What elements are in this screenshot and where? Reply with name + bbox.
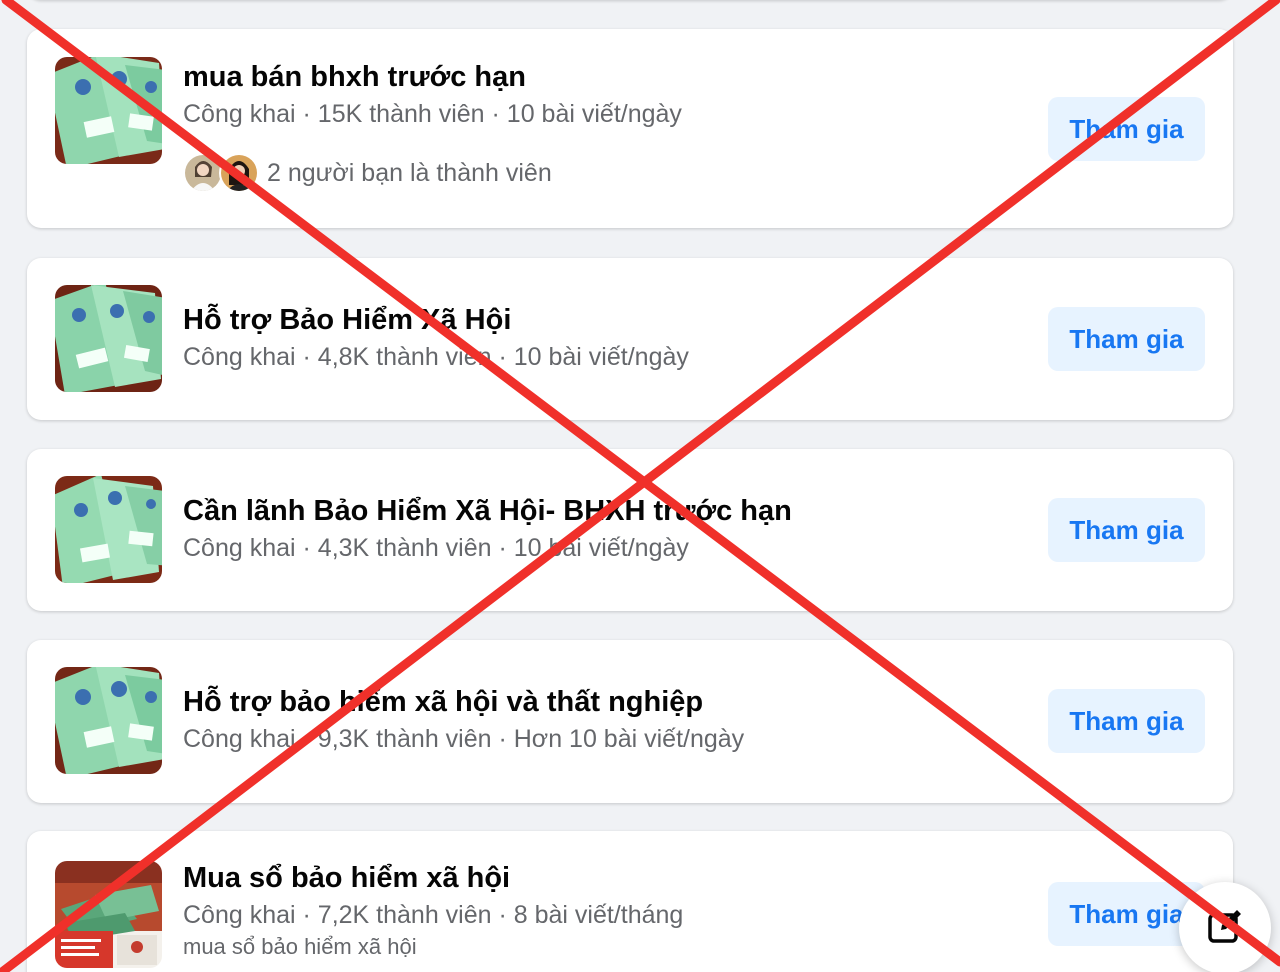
group-meta: Công khai · 4,8K thành viên · 10 bài viế… (183, 343, 689, 371)
group-name[interactable]: Hỗ trợ bảo hiểm xã hội và thất nghiệp (183, 684, 933, 720)
group-name[interactable]: Cần lãnh Bảo Hiểm Xã Hội- BHXH trước hạn (183, 493, 933, 529)
group-info: mua bán bhxh trước hạn Công khai · 15K t… (183, 59, 933, 193)
group-card[interactable]: Hỗ trợ Bảo Hiểm Xã Hội Công khai · 4,8K … (27, 258, 1233, 420)
group-card[interactable]: mua bán bhxh trước hạn Công khai · 15K t… (27, 29, 1233, 228)
group-info: Hỗ trợ Bảo Hiểm Xã Hội Công khai · 4,8K … (183, 302, 933, 374)
group-description: mua sổ bảo hiểm xã hội (183, 934, 417, 959)
friends-count-text: 2 người bạn là thành viên (267, 159, 552, 187)
friend-avatars (183, 153, 261, 193)
group-thumbnail[interactable] (55, 285, 162, 392)
group-info: Hỗ trợ bảo hiểm xã hội và thất nghiệp Cô… (183, 684, 933, 756)
join-button[interactable]: Tham gia (1048, 307, 1205, 371)
group-info: Mua sổ bảo hiểm xã hội Công khai · 7,2K … (183, 860, 933, 962)
group-search-results: mua bán bhxh trước hạn Công khai · 15K t… (0, 0, 1280, 972)
group-info: Cần lãnh Bảo Hiểm Xã Hội- BHXH trước hạn… (183, 493, 933, 565)
group-meta: Công khai · 4,3K thành viên · 10 bài viế… (183, 534, 689, 562)
avatar (183, 153, 223, 193)
group-meta: Công khai · 9,3K thành viên · Hơn 10 bài… (183, 725, 745, 753)
group-card[interactable]: Mua sổ bảo hiểm xã hội Công khai · 7,2K … (27, 831, 1233, 972)
group-name[interactable]: Hỗ trợ Bảo Hiểm Xã Hội (183, 302, 933, 338)
group-meta: Công khai · 7,2K thành viên · 8 bài viết… (183, 901, 684, 929)
compose-button[interactable] (1179, 882, 1271, 972)
group-thumbnail[interactable] (55, 57, 162, 164)
group-name[interactable]: mua bán bhxh trước hạn (183, 59, 933, 95)
group-thumbnail[interactable] (55, 861, 162, 968)
join-button[interactable]: Tham gia (1048, 689, 1205, 753)
group-meta: Công khai · 15K thành viên · 10 bài viết… (183, 100, 682, 128)
group-thumbnail[interactable] (55, 667, 162, 774)
group-card[interactable]: Cần lãnh Bảo Hiểm Xã Hội- BHXH trước hạn… (27, 449, 1233, 611)
compose-icon (1205, 906, 1245, 951)
friends-members: 2 người bạn là thành viên (183, 153, 933, 193)
avatar (219, 153, 259, 193)
group-card[interactable]: Hỗ trợ bảo hiểm xã hội và thất nghiệp Cô… (27, 640, 1233, 803)
join-button[interactable]: Tham gia (1048, 498, 1205, 562)
join-button[interactable]: Tham gia (1048, 97, 1205, 161)
group-thumbnail[interactable] (55, 476, 162, 583)
group-name[interactable]: Mua sổ bảo hiểm xã hội (183, 860, 933, 896)
